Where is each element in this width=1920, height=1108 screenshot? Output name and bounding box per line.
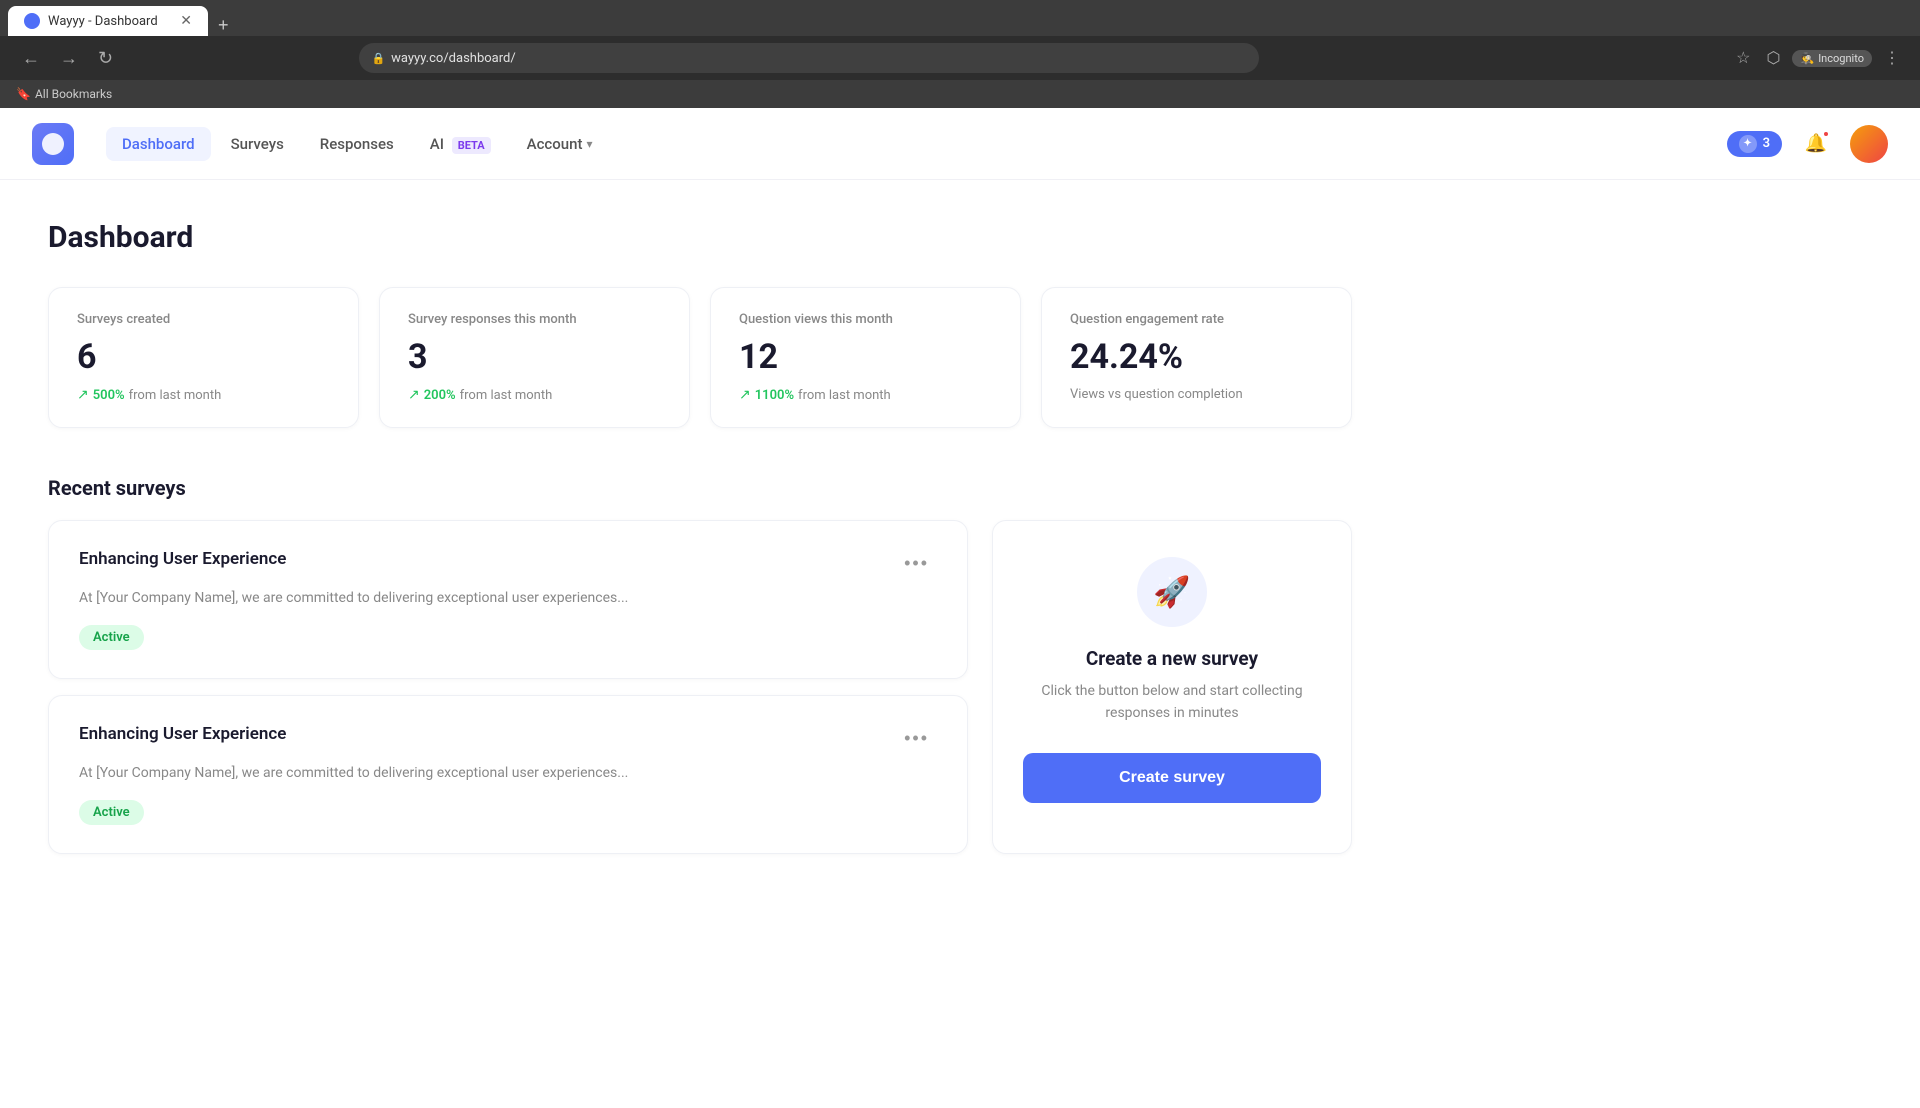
bookmarks-all[interactable]: 🔖 All Bookmarks (16, 87, 112, 101)
nav-link-ai[interactable]: AI BETA (414, 127, 507, 161)
stat-card-surveys-created: Surveys created 6 ↗ 500% from last month (48, 287, 359, 428)
stat-change-label-3: Views vs question completion (1070, 387, 1243, 402)
page-title: Dashboard (48, 220, 1352, 255)
stats-grid: Surveys created 6 ↗ 500% from last month… (48, 287, 1352, 428)
logo-inner (42, 133, 64, 155)
survey-desc-2: At [Your Company Name], we are committed… (79, 763, 937, 784)
notification-button[interactable]: 🔔 (1798, 126, 1834, 162)
active-tab[interactable]: Wayyy - Dashboard ✕ (8, 6, 208, 36)
stat-card-engagement: Question engagement rate 24.24% Views vs… (1041, 287, 1352, 428)
nav-link-dashboard[interactable]: Dashboard (106, 127, 211, 161)
stat-value-engagement: 24.24% (1070, 337, 1323, 377)
survey-more-button-1[interactable]: ••• (896, 549, 937, 578)
tab-title: Wayyy - Dashboard (48, 14, 158, 29)
tab-close-button[interactable]: ✕ (180, 13, 192, 29)
trend-up-icon-0: ↗ (77, 387, 89, 403)
credits-count: 3 (1763, 136, 1770, 151)
browser-tabs: Wayyy - Dashboard ✕ + (0, 0, 1920, 36)
ai-beta-badge: BETA (452, 137, 491, 154)
stat-value-surveys-created: 6 (77, 337, 330, 377)
create-survey-button[interactable]: Create survey (1023, 753, 1321, 803)
create-panel-icon: 🚀 (1137, 557, 1207, 627)
browser-toolbar: ← → ↻ 🔒 wayyy.co/dashboard/ ☆ ⬡ 🕵 Incogn… (0, 36, 1920, 80)
browser-chrome: Wayyy - Dashboard ✕ + ← → ↻ 🔒 wayyy.co/d… (0, 0, 1920, 80)
stat-value-views: 12 (739, 337, 992, 377)
survey-card-1: Enhancing User Experience ••• At [Your C… (48, 520, 968, 679)
new-tab-button[interactable]: + (210, 15, 237, 36)
survey-title-2: Enhancing User Experience (79, 724, 286, 744)
recent-surveys-title: Recent surveys (48, 476, 1352, 500)
stat-change-surveys-created: ↗ 500% from last month (77, 387, 330, 403)
stat-change-label-1: from last month (460, 388, 553, 403)
secure-icon: 🔒 (371, 52, 385, 65)
trend-up-icon-2: ↗ (739, 387, 751, 403)
bookmark-icon: 🔖 (16, 87, 31, 101)
survey-desc-1: At [Your Company Name], we are committed… (79, 588, 937, 609)
account-chevron-icon: ▾ (586, 137, 592, 151)
create-panel-desc: Click the button below and start collect… (1023, 680, 1321, 725)
stat-change-label-0: from last month (129, 388, 222, 403)
survey-status-badge-2: Active (79, 800, 144, 825)
url-text: wayyy.co/dashboard/ (391, 51, 516, 66)
nav-links: Dashboard Surveys Responses AI BETA Acco… (106, 127, 609, 161)
rocket-icon: 🚀 (1153, 575, 1190, 610)
create-survey-panel: 🚀 Create a new survey Click the button b… (992, 520, 1352, 854)
stat-change-label-2: from last month (798, 388, 891, 403)
stat-card-views: Question views this month 12 ↗ 1100% fro… (710, 287, 1021, 428)
menu-button[interactable]: ⋮ (1880, 44, 1904, 72)
tab-favicon (24, 13, 40, 29)
user-avatar[interactable] (1850, 125, 1888, 163)
bookmarks-label: All Bookmarks (35, 87, 112, 101)
app: Dashboard Surveys Responses AI BETA Acco… (0, 108, 1920, 1108)
stat-card-responses: Survey responses this month 3 ↗ 200% fro… (379, 287, 690, 428)
survey-title-1: Enhancing User Experience (79, 549, 286, 569)
credits-icon: ✦ (1739, 135, 1757, 153)
nav-link-surveys[interactable]: Surveys (215, 127, 300, 161)
nav-link-account[interactable]: Account ▾ (511, 127, 609, 161)
incognito-badge: 🕵 Incognito (1792, 50, 1872, 67)
create-panel-title: Create a new survey (1086, 647, 1258, 670)
survey-card-header-1: Enhancing User Experience ••• (79, 549, 937, 578)
main-content: Dashboard Surveys created 6 ↗ 500% from … (0, 180, 1400, 894)
trend-up-icon-1: ↗ (408, 387, 420, 403)
stat-pct-2: 1100% (755, 388, 794, 403)
stat-label-surveys-created: Surveys created (77, 312, 330, 327)
nav-right: ✦ 3 🔔 (1727, 125, 1888, 163)
surveys-layout: Enhancing User Experience ••• At [Your C… (48, 520, 1352, 854)
notification-dot (1822, 130, 1830, 138)
refresh-button[interactable]: ↻ (92, 44, 119, 73)
stat-change-engagement: Views vs question completion (1070, 387, 1323, 402)
forward-button[interactable]: → (54, 44, 84, 73)
bookmark-button[interactable]: ☆ (1732, 44, 1754, 72)
survey-card-2: Enhancing User Experience ••• At [Your C… (48, 695, 968, 854)
stat-label-engagement: Question engagement rate (1070, 312, 1323, 327)
stat-pct-0: 500% (93, 388, 125, 403)
credits-badge[interactable]: ✦ 3 (1727, 131, 1782, 157)
app-logo[interactable] (32, 123, 74, 165)
nav-link-responses[interactable]: Responses (304, 127, 410, 161)
browser-actions: ☆ ⬡ 🕵 Incognito ⋮ (1732, 44, 1904, 72)
survey-status-badge-1: Active (79, 625, 144, 650)
incognito-label: Incognito (1818, 52, 1864, 65)
back-button[interactable]: ← (16, 44, 46, 73)
stat-label-views: Question views this month (739, 312, 992, 327)
survey-list: Enhancing User Experience ••• At [Your C… (48, 520, 968, 854)
stat-value-responses: 3 (408, 337, 661, 377)
stat-change-responses: ↗ 200% from last month (408, 387, 661, 403)
ai-link-label: AI (430, 135, 444, 153)
bookmarks-bar: 🔖 All Bookmarks (0, 80, 1920, 108)
address-bar[interactable]: 🔒 wayyy.co/dashboard/ (359, 43, 1259, 73)
main-nav: Dashboard Surveys Responses AI BETA Acco… (0, 108, 1920, 180)
extensions-button[interactable]: ⬡ (1763, 44, 1785, 72)
stat-change-views: ↗ 1100% from last month (739, 387, 992, 403)
survey-more-button-2[interactable]: ••• (896, 724, 937, 753)
survey-card-header-2: Enhancing User Experience ••• (79, 724, 937, 753)
account-link-label: Account (527, 135, 583, 153)
stat-pct-1: 200% (424, 388, 456, 403)
stat-label-responses: Survey responses this month (408, 312, 661, 327)
